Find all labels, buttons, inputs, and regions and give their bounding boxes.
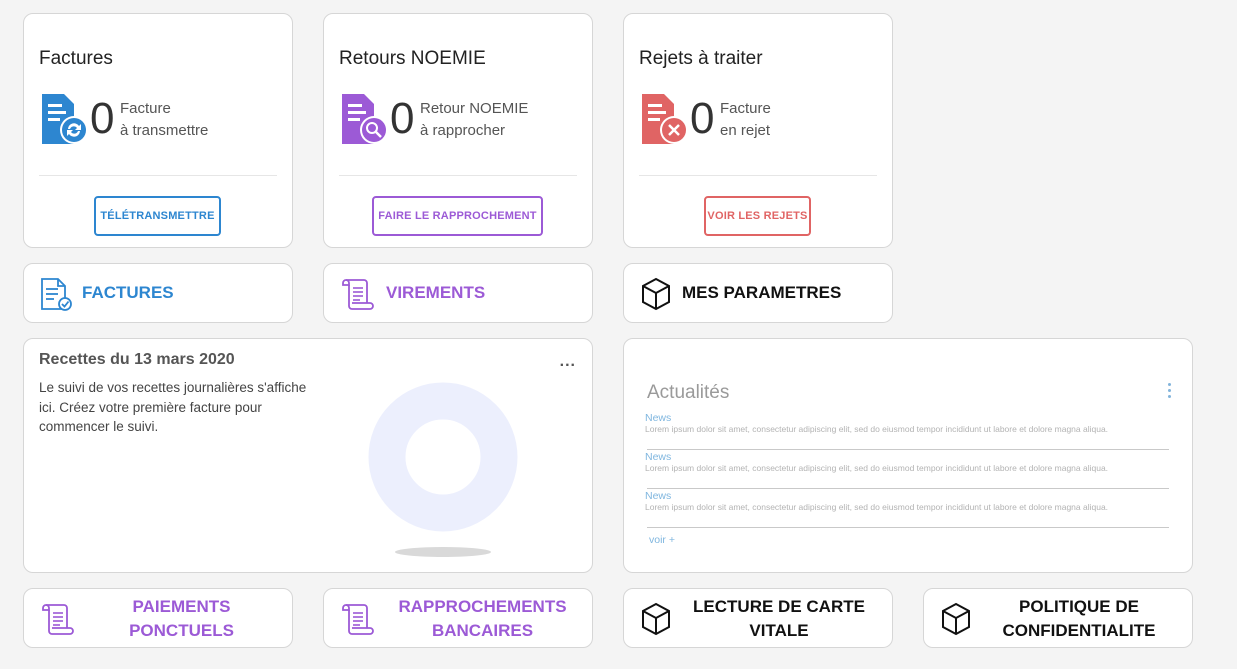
news-item[interactable]: News Lorem ipsum dolor sit amet, consect… — [645, 490, 1169, 512]
recettes-title: Recettes du 13 mars 2020 — [39, 351, 235, 368]
invoice-sync-icon — [42, 94, 88, 144]
cube-icon — [642, 602, 670, 636]
count-label-line1: Facture — [720, 100, 771, 117]
news-item[interactable]: News Lorem ipsum dolor sit amet, consect… — [645, 451, 1169, 473]
divider — [647, 488, 1169, 489]
nav-label-line2: VITALE — [749, 621, 809, 640]
count-label-line1: Facture — [120, 100, 171, 117]
scroll-icon — [342, 279, 374, 310]
divider — [639, 175, 877, 176]
more-options-vertical-icon[interactable] — [1168, 383, 1172, 401]
count-label: Facture en rejet — [720, 98, 771, 142]
teletransmettre-button[interactable]: TÉLÉTRANSMETTRE — [94, 196, 221, 236]
voir-plus-link[interactable]: voir + — [649, 534, 675, 546]
news-text: Lorem ipsum dolor sit amet, consectetur … — [645, 463, 1109, 473]
divider — [647, 527, 1169, 528]
count-label: Retour NOEMIE à rapprocher — [420, 98, 528, 142]
news-label: News — [645, 490, 672, 502]
count-label-line2: à rapprocher — [420, 122, 506, 139]
recettes-card: Recettes du 13 mars 2020 ... Le suivi de… — [23, 338, 593, 573]
news-text: Lorem ipsum dolor sit amet, consectetur … — [645, 502, 1109, 512]
invoice-check-icon — [41, 278, 72, 311]
recettes-description: Le suivi de vos recettes journalières s'… — [39, 380, 307, 434]
count-label: Facture à transmettre — [120, 98, 208, 142]
nav-lecture-carte-vitale[interactable]: LECTURE DE CARTE VITALE — [623, 588, 893, 648]
card-title: Factures — [39, 48, 113, 69]
divider — [39, 175, 277, 176]
count-label-line2: à transmettre — [120, 122, 209, 139]
count-label-line1: Retour NOEMIE — [420, 100, 529, 117]
nav-label: FACTURES — [82, 283, 174, 302]
card-title: Rejets à traiter — [639, 48, 763, 69]
invoice-count: 0 — [90, 94, 115, 143]
nav-mes-parametres[interactable]: MES PARAMETRES — [623, 263, 893, 323]
faire-rapprochement-button[interactable]: FAIRE LE RAPPROCHEMENT — [372, 196, 543, 236]
noemie-summary-card: Retours NOEMIE 0 Retour NOEMIE à rapproc… — [323, 13, 593, 248]
nav-label: MES PARAMETRES — [682, 283, 842, 302]
rejets-summary-card: Rejets à traiter 0 Facture en rejet VOIR… — [623, 13, 893, 248]
news-label: News — [645, 451, 672, 463]
nav-label-line1: RAPPROCHEMENTS — [398, 597, 567, 616]
more-options-icon[interactable]: ... — [560, 353, 576, 371]
nav-label-line2: BANCAIRES — [431, 621, 534, 640]
count-label-line2: en rejet — [720, 122, 771, 139]
scroll-icon — [42, 604, 74, 635]
nav-label: POLITIQUE DE CONFIDENTIALITE — [984, 595, 1174, 643]
nav-paiements-ponctuels[interactable]: PAIEMENTS PONCTUELS — [23, 588, 293, 648]
nav-label: VIREMENTS — [386, 283, 486, 302]
donut-chart — [368, 382, 518, 557]
actualites-title: Actualités — [647, 382, 730, 403]
card-title: Retours NOEMIE — [339, 48, 486, 69]
invoice-search-icon — [342, 94, 388, 144]
invoice-reject-icon — [642, 94, 688, 144]
nav-label-line2: PONCTUELS — [129, 621, 234, 640]
divider — [339, 175, 577, 176]
divider — [647, 449, 1169, 450]
reject-count: 0 — [690, 94, 715, 143]
nav-label-line2: CONFIDENTIALITE — [1002, 621, 1156, 640]
news-text: Lorem ipsum dolor sit amet, consectetur … — [645, 424, 1109, 434]
voir-rejets-button[interactable]: VOIR LES REJETS — [704, 196, 811, 236]
nav-rapprochements-bancaires[interactable]: RAPPROCHEMENTS BANCAIRES — [323, 588, 593, 648]
factures-summary-card: Factures 0 Facture à transmettre TÉLÉTRA… — [23, 13, 293, 248]
actualites-card: Actualités News Lorem ipsum dolor sit am… — [623, 338, 1193, 573]
nav-label-line1: PAIEMENTS — [132, 597, 231, 616]
nav-virements[interactable]: VIREMENTS — [323, 263, 593, 323]
news-item[interactable]: News Lorem ipsum dolor sit amet, consect… — [645, 412, 1169, 434]
scroll-icon — [342, 604, 374, 635]
cube-icon — [942, 602, 970, 636]
nav-label-line1: LECTURE DE CARTE — [693, 597, 865, 616]
nav-factures[interactable]: FACTURES — [23, 263, 293, 323]
nav-label: RAPPROCHEMENTS BANCAIRES — [390, 595, 575, 643]
nav-label: PAIEMENTS PONCTUELS — [104, 595, 259, 643]
noemie-count: 0 — [390, 94, 415, 143]
news-label: News — [645, 412, 672, 424]
nav-label-line1: POLITIQUE DE — [1019, 597, 1139, 616]
nav-politique-confidentialite[interactable]: POLITIQUE DE CONFIDENTIALITE — [923, 588, 1193, 648]
cube-icon — [642, 277, 670, 311]
nav-label: LECTURE DE CARTE VITALE — [684, 595, 874, 643]
